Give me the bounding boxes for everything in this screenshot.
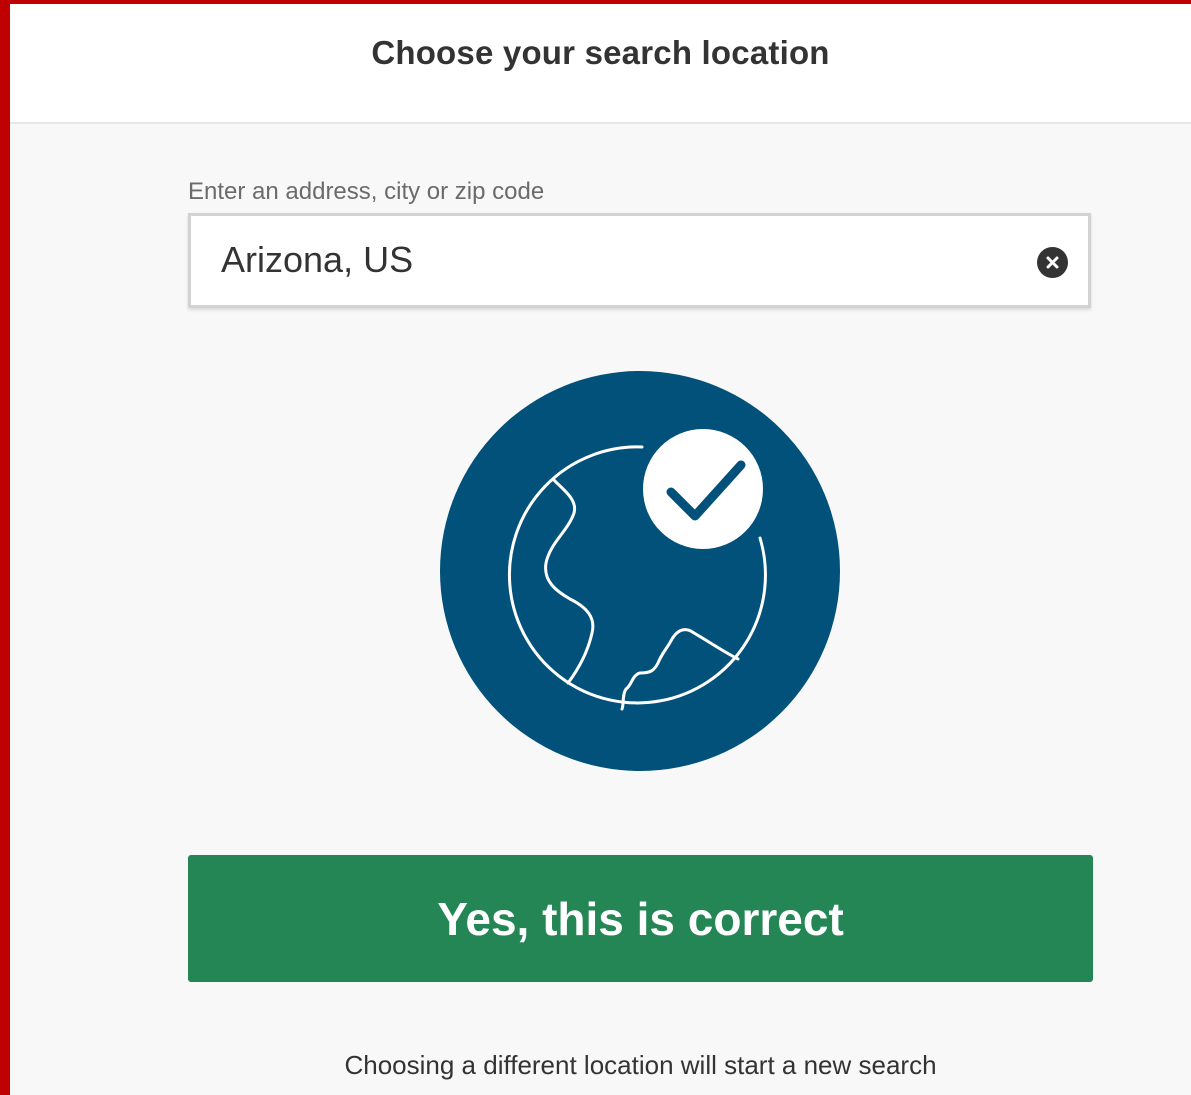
location-input[interactable]: Arizona, US bbox=[188, 213, 1091, 308]
location-dialog: Choose your search location Enter an add… bbox=[10, 4, 1191, 1095]
dialog-header: Choose your search location bbox=[10, 4, 1191, 124]
confirm-location-button[interactable]: Yes, this is correct bbox=[188, 855, 1093, 982]
location-input-value[interactable]: Arizona, US bbox=[221, 239, 413, 281]
new-search-notice: Choosing a different location will start… bbox=[344, 1050, 937, 1080]
location-input-label: Enter an address, city or zip code bbox=[188, 178, 545, 205]
clear-x-glyph bbox=[1046, 256, 1059, 269]
globe-check-icon bbox=[440, 371, 840, 771]
close-circle-icon[interactable] bbox=[1037, 247, 1068, 278]
dialog-title: Choose your search location bbox=[371, 34, 830, 71]
